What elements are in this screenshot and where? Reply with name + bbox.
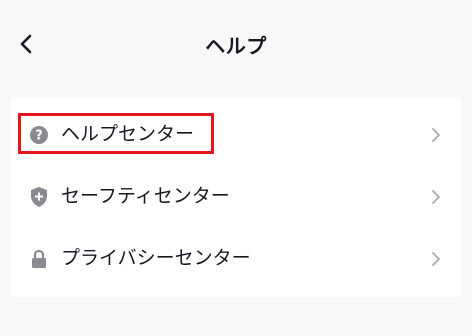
menu-item-privacy-center[interactable]: プライバシーセンター	[11, 229, 461, 289]
lock-icon	[28, 248, 50, 270]
chevron-right-icon	[429, 125, 443, 145]
question-circle-icon: ?	[28, 124, 50, 146]
page-title: ヘルプ	[205, 34, 267, 58]
menu-item-help-center[interactable]: ? ヘルプセンター	[11, 105, 461, 165]
menu-item-safety-center[interactable]: セーフティセンター	[11, 167, 461, 227]
top-bar: ヘルプ	[0, 0, 472, 90]
menu-item-label: ヘルプセンター	[61, 123, 195, 145]
chevron-right-icon	[429, 249, 443, 269]
shield-plus-icon	[28, 186, 50, 208]
menu-item-label: プライバシーセンター	[61, 247, 251, 269]
menu-item-label: セーフティセンター	[61, 185, 230, 207]
chevron-right-icon	[429, 187, 443, 207]
help-menu-card: ? ヘルプセンター セーフティセンター プライバシーセンター	[11, 97, 461, 297]
svg-text:?: ?	[35, 129, 43, 144]
